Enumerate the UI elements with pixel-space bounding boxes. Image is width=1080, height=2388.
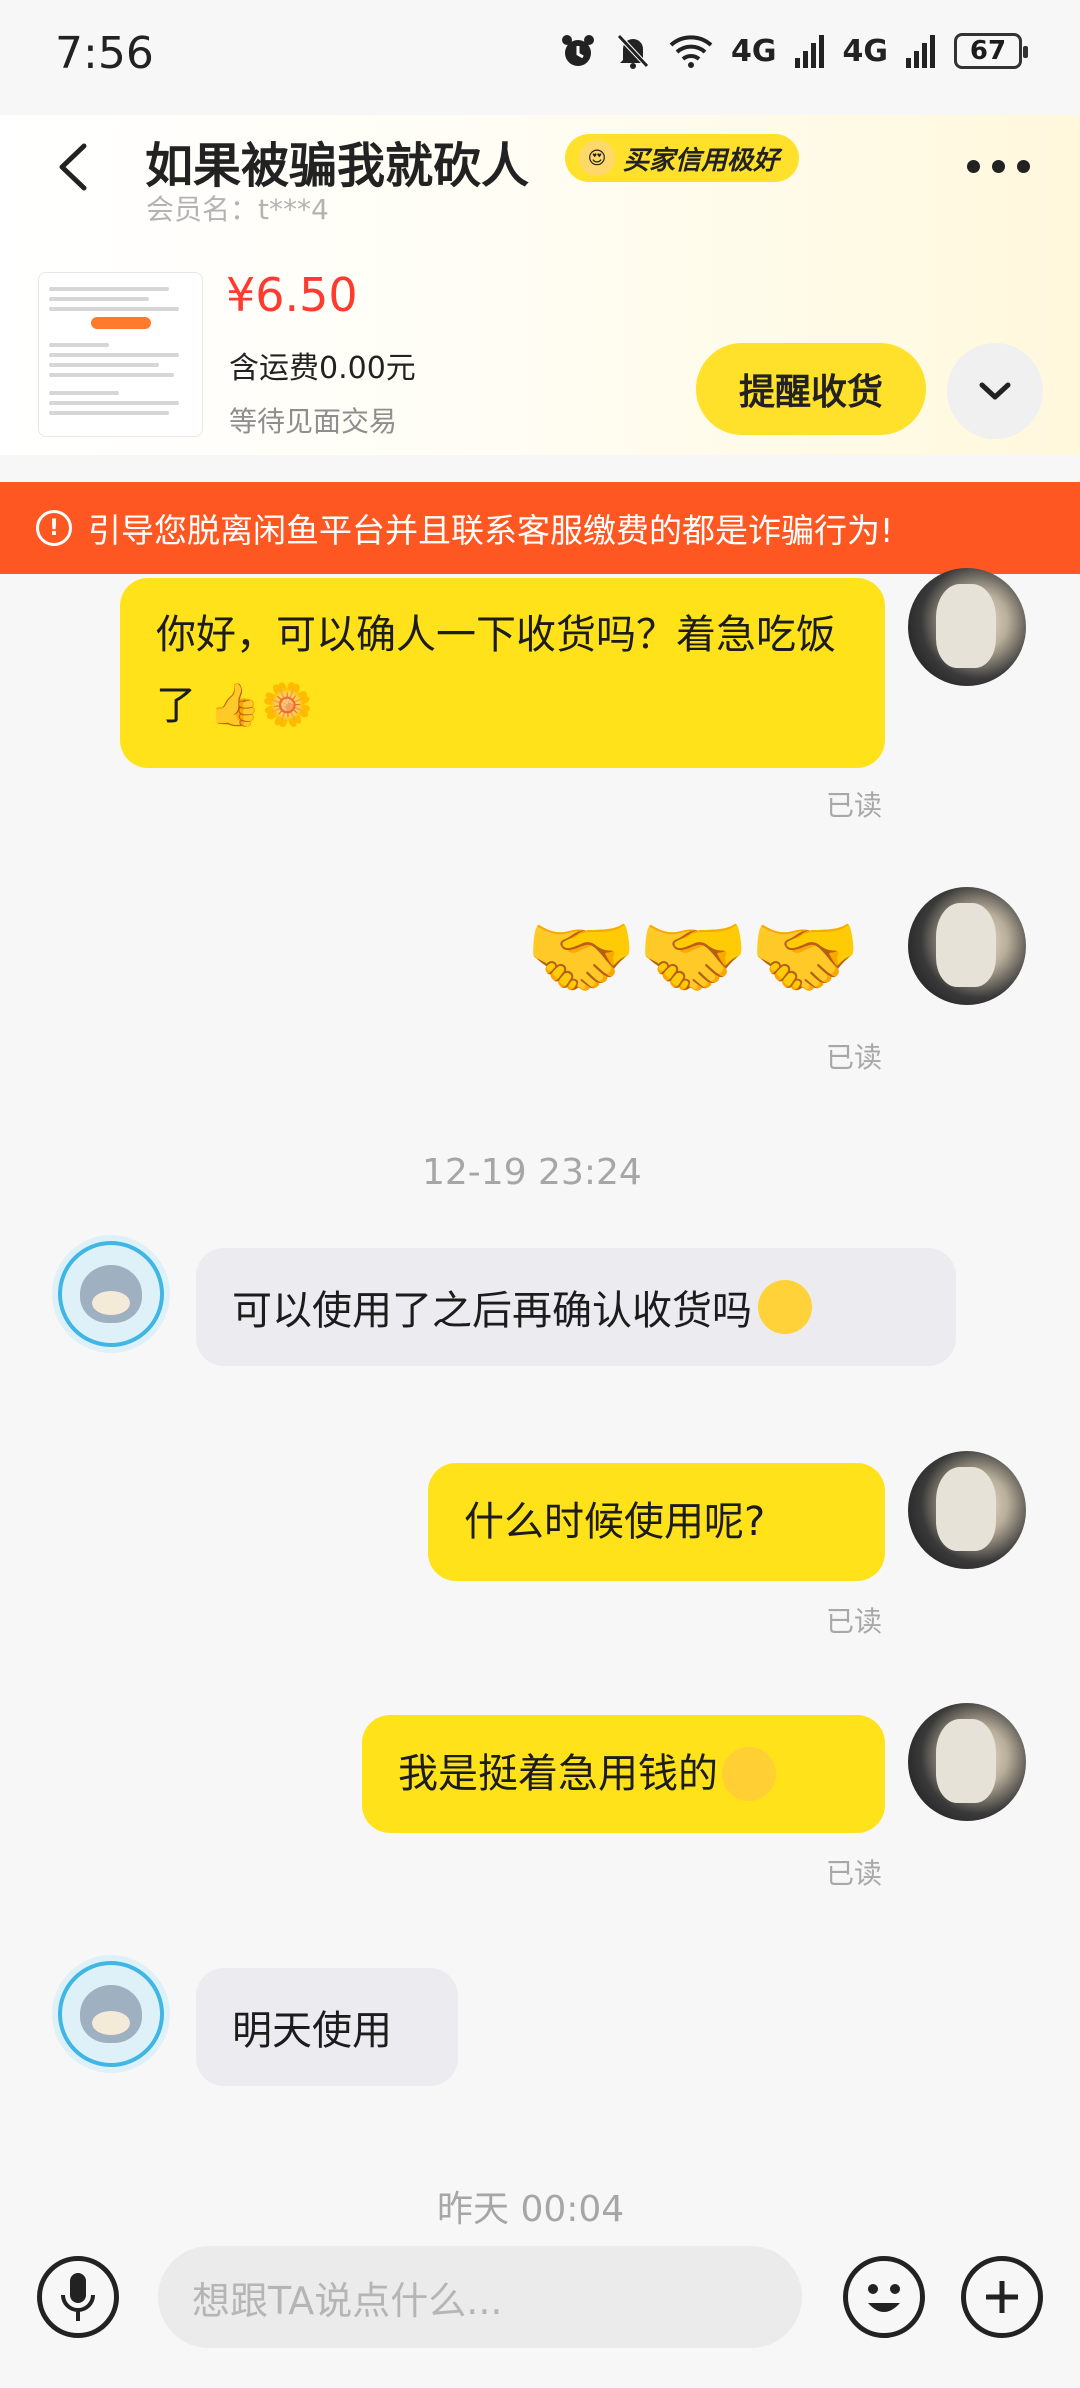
message-text: 可以使用了之后再确认收货吗 <box>232 1288 752 1334</box>
read-receipt: 已读 <box>826 1857 883 1890</box>
shipping-fee: 含运费0.00元 <box>229 351 416 386</box>
message-bubble-sent[interactable]: 我是挺着急用钱的 <box>362 1715 885 1833</box>
signal-bars-icon-2 <box>906 35 935 68</box>
avatar[interactable] <box>52 1955 170 2073</box>
message-bubble-received[interactable]: 可以使用了之后再确认收货吗 <box>196 1248 956 1366</box>
chevron-down-icon[interactable] <box>947 343 1043 439</box>
flower-thumb-icon: 👍🌼 <box>208 680 314 729</box>
avatar[interactable] <box>52 1235 170 1353</box>
message-input[interactable]: 想跟TA说点什么... <box>158 2246 802 2348</box>
battery-icon: 67 <box>954 33 1028 69</box>
message-bubble-received[interactable]: 明天使用 <box>196 1968 458 2086</box>
status-bar: 7:56 4G 4G 67 <box>0 0 1080 115</box>
signal-4g-label-1: 4G <box>731 33 777 69</box>
signal-4g-label-2: 4G <box>842 33 889 69</box>
handshake-emoji[interactable]: 🤝🤝🤝 <box>525 905 861 1010</box>
avatar[interactable] <box>908 568 1026 686</box>
smirk-emoji-icon <box>758 1280 812 1334</box>
message-bubble-sent[interactable]: 你好，可以确人一下收货吗？着急吃饭了 👍🌼 <box>120 578 885 768</box>
credit-badge-label: 买家信用极好 <box>623 145 780 176</box>
status-time: 7:56 <box>55 28 154 79</box>
read-receipt: 已读 <box>826 1041 883 1074</box>
warning-icon: ! <box>36 510 72 546</box>
read-receipt: 已读 <box>826 789 883 822</box>
credit-badge: 😍 买家信用极好 <box>565 134 800 182</box>
message-text: 明天使用 <box>232 2008 392 2054</box>
message-text: 我是挺着急用钱的 <box>398 1751 718 1797</box>
plus-icon[interactable] <box>961 2256 1043 2338</box>
timestamp: 12-19 23:24 <box>422 1152 642 1193</box>
product-thumbnail[interactable] <box>38 272 203 437</box>
fraud-warning-banner: ! 引导您脱离闲鱼平台并且联系客服缴费的都是诈骗行为! <box>0 482 1080 574</box>
chat-title: 如果被骗我就砍人 <box>145 138 530 194</box>
battery-level: 67 <box>969 36 1007 66</box>
more-dots-icon[interactable] <box>967 160 1030 173</box>
remind-receipt-button[interactable]: 提醒收货 <box>696 343 926 435</box>
back-arrow-icon[interactable] <box>52 142 92 192</box>
warning-text: 引导您脱离闲鱼平台并且联系客服缴费的都是诈骗行为! <box>88 511 894 550</box>
signal-bars-icon-1 <box>794 35 824 68</box>
order-price: ¥6.50 <box>226 268 358 322</box>
alarm-icon <box>562 35 594 66</box>
timestamp: 昨天 00:04 <box>437 2189 625 2230</box>
avatar[interactable] <box>908 887 1026 1005</box>
mic-icon[interactable] <box>37 2256 119 2338</box>
avatar[interactable] <box>908 1451 1026 1569</box>
avatar[interactable] <box>908 1703 1026 1821</box>
mute-bell-icon <box>617 34 649 69</box>
member-name: 会员名：t***4 <box>146 193 329 226</box>
emoji-icon[interactable] <box>843 2256 925 2338</box>
star-eyes-icon: 😍 <box>579 140 615 176</box>
read-receipt: 已读 <box>826 1605 883 1638</box>
order-status: 等待见面交易 <box>229 405 398 438</box>
pleading-emoji-icon <box>722 1747 776 1801</box>
message-bubble-sent[interactable]: 什么时候使用呢? <box>428 1463 885 1581</box>
message-text: 什么时候使用呢? <box>464 1499 766 1545</box>
wifi-icon <box>669 35 713 68</box>
status-icons: 4G 4G 67 <box>559 32 1028 70</box>
